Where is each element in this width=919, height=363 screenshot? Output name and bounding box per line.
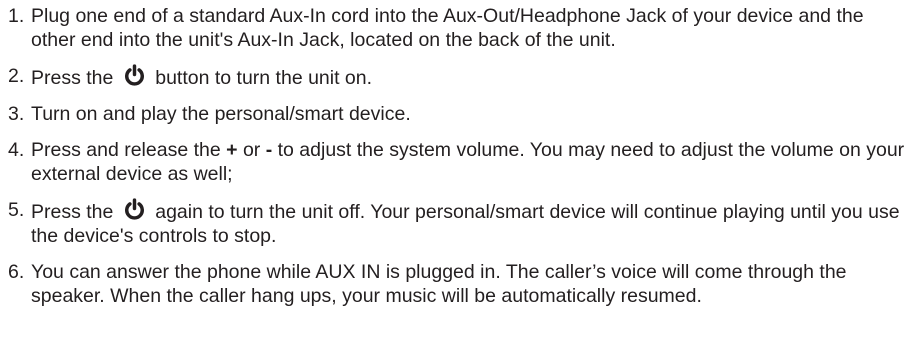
step-4: 4. Press and release the + or - to adjus… <box>8 138 913 186</box>
step-text: Plug one end of a standard Aux-In cord i… <box>31 5 864 51</box>
power-icon <box>123 198 146 221</box>
step-text-before: Press the <box>31 67 114 89</box>
step-text: You can answer the phone while AUX IN is… <box>31 261 847 307</box>
step-text-after: button to turn the unit on. <box>155 67 373 89</box>
power-icon <box>123 64 146 87</box>
step-number: 3. <box>8 103 25 125</box>
step-text: Turn on and play the personal/smart devi… <box>31 103 411 125</box>
step-number: 6. <box>8 261 25 283</box>
step-6: 6. You can answer the phone while AUX IN… <box>8 260 913 308</box>
step-text-before: Press and release the <box>31 139 221 161</box>
step-3: 3. Turn on and play the personal/smart d… <box>8 102 913 126</box>
or-text: or <box>242 139 261 161</box>
step-number: 2. <box>8 65 25 87</box>
minus-symbol: - <box>265 139 273 161</box>
step-number: 4. <box>8 139 25 161</box>
step-text-after: again to turn the unit off. Your persona… <box>31 201 900 247</box>
step-number: 1. <box>8 5 25 27</box>
step-1: 1. Plug one end of a standard Aux-In cor… <box>8 4 913 52</box>
instruction-list: 1. Plug one end of a standard Aux-In cor… <box>8 4 913 308</box>
plus-symbol: + <box>226 139 238 161</box>
step-5: 5. Press the again to turn the unit off.… <box>8 198 913 248</box>
step-number: 5. <box>8 199 25 221</box>
step-text-before: Press the <box>31 201 114 223</box>
step-2: 2. Press the button to turn the unit on. <box>8 64 913 90</box>
